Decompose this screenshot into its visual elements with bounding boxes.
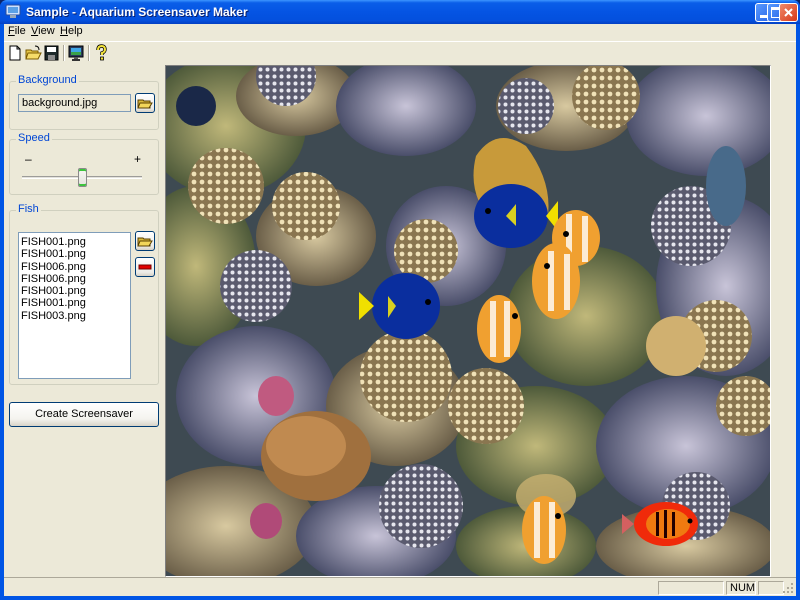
window-title: Sample - Aquarium Screensaver Maker (26, 5, 248, 19)
new-document-icon (9, 45, 21, 61)
menu-view-label: iew (38, 25, 55, 37)
coral-reef-background (166, 66, 770, 576)
menu-view[interactable]: View (31, 25, 55, 37)
client-area: File View Help Background background.jpg… (4, 24, 796, 596)
minimize-icon (760, 15, 767, 18)
background-group: Background background.jpg (9, 74, 159, 130)
status-bar: NUM (4, 577, 796, 596)
speed-min-label: – (25, 152, 32, 166)
help-question-icon (96, 44, 107, 61)
menu-help-label: elp (67, 25, 83, 37)
background-browse-button[interactable] (135, 93, 155, 113)
toolbar (4, 41, 796, 63)
fish-list-item[interactable]: FISH001.png (21, 285, 128, 297)
fish-group: Fish FISH001.png FISH001.png FISH006.png… (9, 203, 159, 385)
menu-help[interactable]: Help (60, 25, 83, 37)
menu-file-label: ile (14, 25, 26, 37)
save-button[interactable] (42, 44, 60, 62)
fish-group-label: Fish (16, 203, 41, 215)
status-indicator-num: NUM (726, 581, 756, 595)
status-indicator-caps (658, 581, 724, 595)
menu-file[interactable]: File (8, 25, 26, 37)
open-folder-icon (137, 99, 153, 109)
status-indicator-scrl (758, 581, 784, 595)
toolbar-separator (88, 45, 90, 61)
preview-button[interactable] (67, 44, 85, 62)
fish-list[interactable]: FISH001.png FISH001.png FISH006.png FISH… (18, 232, 131, 379)
remove-icon (138, 264, 152, 270)
butterflyfish (477, 295, 521, 363)
fish-add-button[interactable] (135, 231, 155, 251)
resize-grip-icon[interactable] (782, 582, 794, 594)
new-button[interactable] (6, 44, 24, 62)
fish-list-item[interactable]: FISH001.png (21, 248, 128, 260)
menu-help-accel: H (60, 25, 68, 37)
menu-bar: File View Help (4, 24, 796, 40)
speed-slider-thumb[interactable] (77, 168, 87, 187)
menu-file-accel: F (8, 25, 15, 37)
app-icon (5, 4, 21, 18)
open-folder-icon (25, 45, 42, 60)
create-screensaver-button[interactable]: Create Screensaver (9, 402, 159, 427)
speed-max-label: + (134, 152, 142, 166)
fish-list-item[interactable]: FISH001.png (21, 297, 128, 309)
open-button[interactable] (24, 44, 42, 62)
speed-group-label: Speed (16, 132, 52, 144)
close-icon (784, 8, 793, 17)
open-folder-icon (137, 237, 153, 247)
fish-list-item[interactable]: FISH006.png (21, 273, 128, 285)
fish-remove-button[interactable] (135, 257, 155, 277)
speed-group: Speed – + (9, 132, 159, 195)
status-message (6, 581, 656, 595)
close-button[interactable] (779, 3, 798, 22)
background-file-field[interactable]: background.jpg (18, 94, 131, 112)
app-window: Sample - Aquarium Screensaver Maker File… (0, 0, 800, 600)
fish-list-item[interactable]: FISH006.png (21, 261, 128, 273)
aquarium-preview (165, 65, 771, 577)
save-disk-icon (44, 45, 59, 61)
monitor-icon (68, 45, 84, 61)
fish-list-item[interactable]: FISH003.png (21, 310, 128, 322)
fish-list-item[interactable]: FISH001.png (21, 236, 128, 248)
butterflyfish (532, 243, 580, 319)
butterflyfish (522, 496, 566, 564)
background-group-label: Background (16, 74, 79, 86)
title-bar[interactable]: Sample - Aquarium Screensaver Maker (0, 0, 800, 24)
toolbar-separator (63, 45, 65, 61)
help-button[interactable] (92, 44, 110, 62)
